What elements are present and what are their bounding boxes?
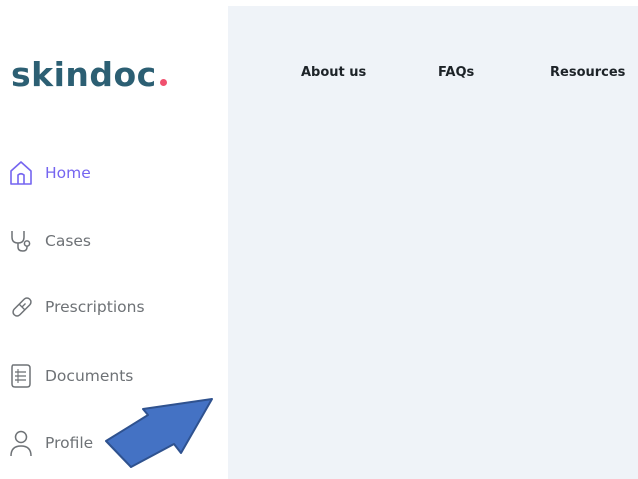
pill-icon <box>9 293 37 321</box>
nav-link-resources[interactable]: Resources <box>550 65 625 80</box>
sidebar-item-label: Profile <box>45 434 94 452</box>
annotation-arrow-icon <box>105 398 213 468</box>
brand-logo[interactable]: skindoc <box>11 58 167 91</box>
sidebar-item-cases[interactable]: Cases <box>9 226 91 256</box>
stethoscope-icon <box>9 227 37 255</box>
sidebar-item-label: Prescriptions <box>45 298 145 316</box>
sidebar-item-home[interactable]: Home <box>9 158 91 188</box>
sidebar-item-label: Cases <box>45 232 92 250</box>
home-icon <box>9 159 37 187</box>
brand-name: skindoc <box>11 55 157 94</box>
nav-link-faqs[interactable]: FAQs <box>438 65 474 80</box>
sidebar-item-label: Documents <box>45 367 134 385</box>
document-icon <box>9 362 37 390</box>
sidebar-item-label: Home <box>45 164 91 182</box>
sidebar-item-profile[interactable]: Profile <box>9 428 93 458</box>
user-icon <box>9 429 37 457</box>
nav-link-about-us[interactable]: About us <box>301 65 366 80</box>
sidebar-item-prescriptions[interactable]: Prescriptions <box>9 292 145 322</box>
brand-dot-icon <box>159 79 167 86</box>
sidebar-item-documents[interactable]: Documents <box>9 361 133 391</box>
